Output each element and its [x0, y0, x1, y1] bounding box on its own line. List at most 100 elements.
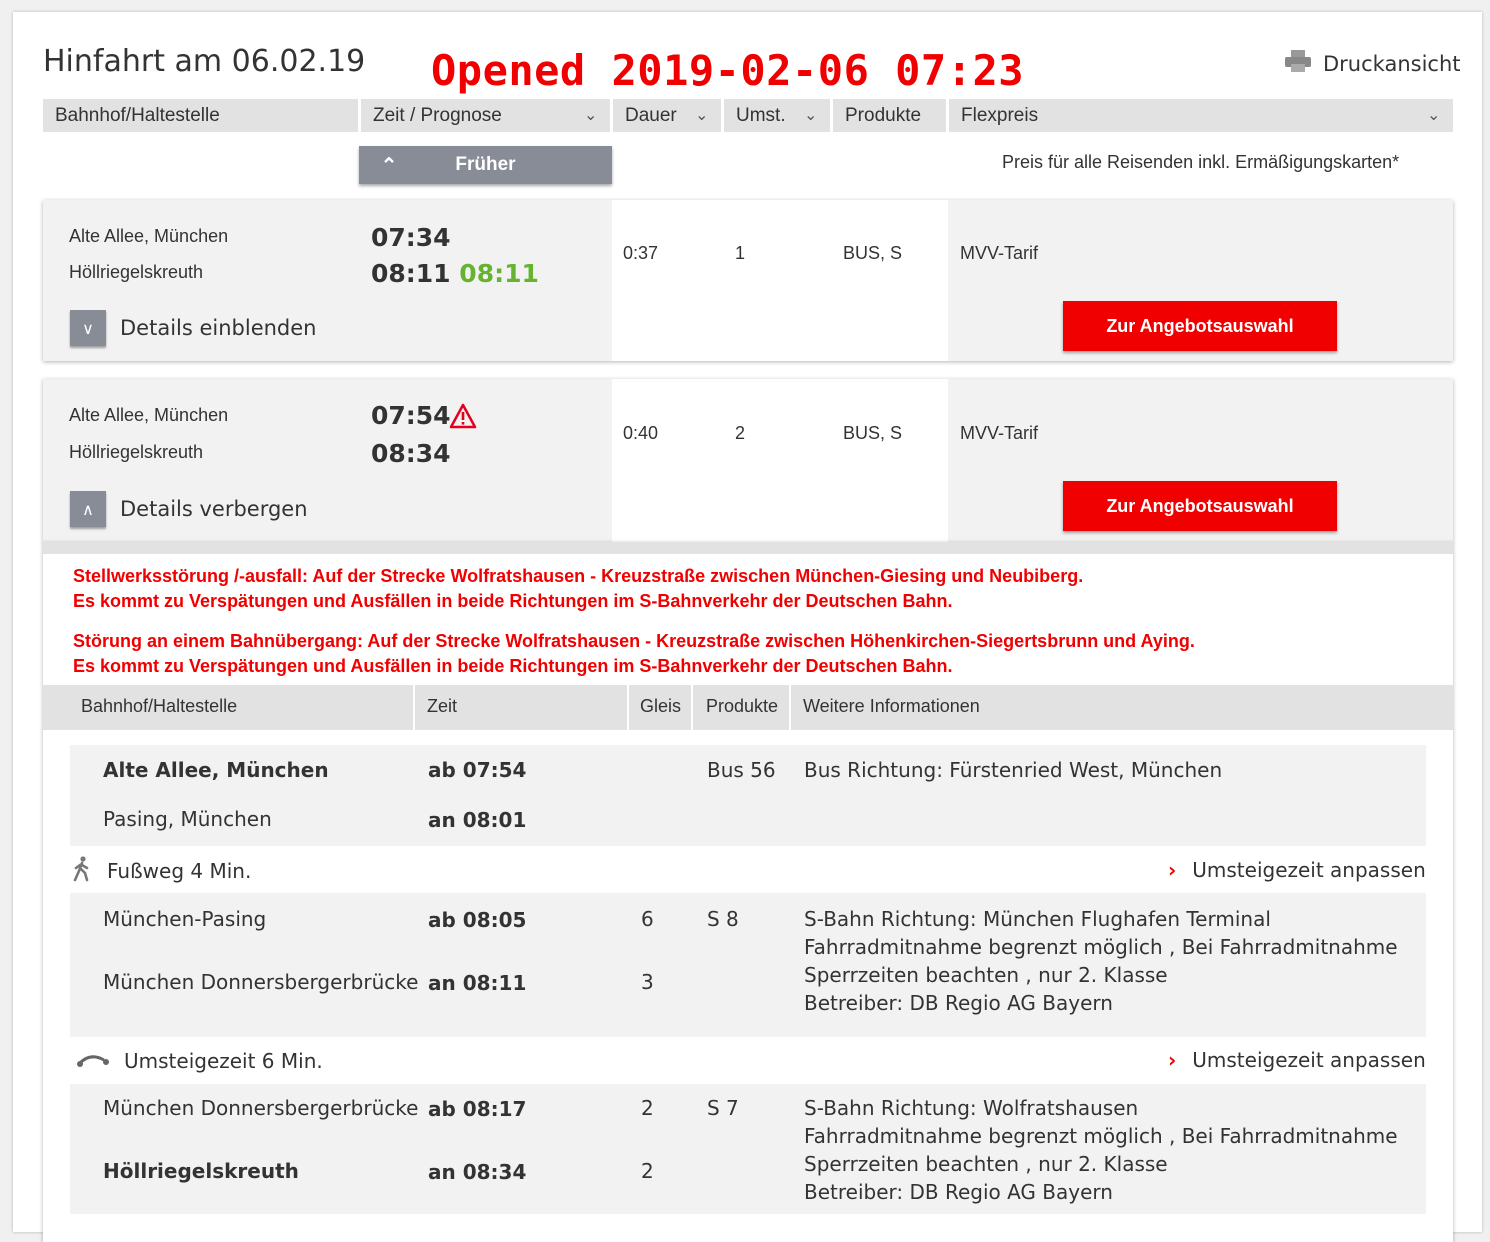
hide-details-button[interactable]: ∧ Details verbergen — [70, 491, 308, 527]
details-col-products: Produkte — [706, 696, 779, 716]
details-col-time: Zeit — [427, 696, 458, 716]
segment-info-line: S-Bahn Richtung: München Flughafen Termi… — [804, 907, 1271, 931]
chevron-right-icon: › — [1168, 1048, 1177, 1072]
details-col-station: Bahnhof/Haltestelle — [81, 696, 238, 716]
col-header-time[interactable]: Zeit / Prognose ⌄ — [361, 99, 610, 132]
col-header-station: Bahnhof/Haltestelle — [43, 99, 358, 132]
transfer-icon — [76, 1050, 110, 1072]
connection-from: Alte Allee, München — [69, 405, 229, 425]
chevron-down-icon: ⌄ — [584, 106, 598, 124]
col-header-products: Produkte — [833, 99, 946, 132]
warning-icon[interactable] — [449, 403, 477, 433]
disruption-notice: Stellwerksstörung /-ausfall: Auf der Str… — [73, 566, 1084, 586]
chevron-up-icon: ∧ — [70, 491, 106, 527]
segment-departure-time: ab 07:54 — [428, 758, 527, 782]
adjust-transfer-link[interactable]: › Umsteigezeit anpassen — [1168, 1048, 1426, 1072]
opened-timestamp: Opened 2019-02-06 07:23 — [431, 46, 1025, 95]
segment-product: S 7 — [707, 1096, 739, 1120]
segment-departure-time: ab 08:17 — [428, 1097, 527, 1121]
departure-time: 07:54 — [371, 401, 451, 430]
earlier-label: Früher — [455, 154, 516, 175]
details-table-header: Bahnhof/Haltestelle Zeit Gleis Produkte … — [43, 685, 1453, 730]
segment-arrival-time: an 08:01 — [428, 808, 527, 832]
arrival-prognosis: 08:11 — [459, 259, 539, 288]
segment-info-line: Betreiber: DB Regio AG Bayern — [804, 991, 1113, 1015]
segment-departure-station: München Donnersbergerbrücke — [103, 1096, 419, 1120]
journey-segment: München-Pasing ab 08:05 6 S 8 S-Bahn Ric… — [70, 893, 1426, 1037]
walk-transfer-label: Fußweg 4 Min. — [107, 859, 252, 883]
chevron-up-icon: ⌃ — [380, 154, 398, 177]
col-header-duration[interactable]: Dauer ⌄ — [613, 99, 721, 132]
segment-departure-track: 6 — [641, 907, 654, 931]
segment-info-line: S-Bahn Richtung: Wolfratshausen — [804, 1096, 1139, 1120]
col-changes-label: Umst. — [736, 104, 786, 126]
connection-details-panel: Stellwerksstörung /-ausfall: Auf der Str… — [43, 542, 1453, 1242]
col-duration-label: Dauer — [625, 104, 677, 126]
changes-value: 2 — [735, 423, 746, 443]
earlier-button[interactable]: ⌃ Früher — [359, 146, 612, 184]
walk-icon — [73, 856, 91, 886]
changes-value: 1 — [735, 243, 746, 263]
chevron-down-icon: ⌄ — [1427, 106, 1441, 124]
chevron-down-icon: ⌄ — [804, 106, 818, 124]
page-title: Hinfahrt am 06.02.19 — [43, 44, 366, 79]
segment-arrival-time: an 08:11 — [428, 971, 527, 995]
arrival-time: 08:11 — [371, 259, 451, 288]
segment-departure-track: 2 — [641, 1096, 654, 1120]
adjust-transfer-label: Umsteigezeit anpassen — [1192, 858, 1426, 882]
col-station-label: Bahnhof/Haltestelle — [55, 104, 220, 126]
segment-arrival-station: Höllriegelskreuth — [103, 1159, 299, 1183]
chevron-right-icon: › — [1168, 858, 1177, 882]
col-fare-label: Flexpreis — [961, 104, 1039, 126]
connection-to: Höllriegelskreuth — [69, 262, 204, 282]
connection-2: Alte Allee, München Höllriegelskreuth 07… — [43, 379, 1453, 542]
col-products-label: Produkte — [845, 104, 922, 126]
fare-value: MVV-Tarif — [960, 423, 1039, 443]
segment-arrival-track: 3 — [641, 970, 654, 994]
segment-info-line: Betreiber: DB Regio AG Bayern — [804, 1180, 1113, 1204]
segment-info-line: Fahrradmitnahme begrenzt möglich , Bei F… — [804, 1124, 1398, 1148]
details-col-track: Gleis — [640, 696, 682, 716]
segment-departure-time: ab 08:05 — [428, 908, 527, 932]
print-view-link[interactable]: Druckansicht — [1285, 50, 1461, 77]
duration-value: 0:40 — [623, 423, 659, 443]
disruption-notice: Es kommt zu Verspätungen und Ausfällen i… — [73, 591, 953, 611]
segment-product: Bus 56 — [707, 758, 776, 782]
journey-segment: Alte Allee, München ab 07:54 Bus 56 Bus … — [70, 745, 1426, 846]
details-col-info: Weitere Informationen — [803, 696, 980, 716]
print-view-label: Druckansicht — [1323, 51, 1461, 76]
connection-to: Höllriegelskreuth — [69, 442, 204, 462]
segment-info-line: Sperrzeiten beachten , nur 2. Klasse — [804, 1152, 1168, 1176]
details-label: Details verbergen — [120, 497, 308, 521]
show-details-button[interactable]: ∨ Details einblenden — [70, 310, 317, 346]
details-label: Details einblenden — [120, 316, 317, 340]
departure-time: 07:34 — [371, 223, 451, 252]
segment-arrival-track: 2 — [641, 1159, 654, 1183]
segment-arrival-station: Pasing, München — [103, 807, 272, 831]
segment-info-line: Bus Richtung: Fürstenried West, München — [804, 758, 1223, 782]
disruption-notice: Es kommt zu Verspätungen und Ausfällen i… — [73, 656, 953, 676]
products-value: BUS, S — [843, 243, 903, 263]
change-transfer-label: Umsteigezeit 6 Min. — [124, 1049, 323, 1073]
printer-icon — [1285, 50, 1311, 77]
chevron-down-icon: ⌄ — [695, 106, 709, 124]
connection-1: Alte Allee, München Höllriegelskreuth 07… — [43, 200, 1453, 361]
price-note: Preis für alle Reisenden inkl. Ermäßigun… — [1002, 152, 1400, 172]
products-value: BUS, S — [843, 423, 903, 443]
results-page: Hinfahrt am 06.02.19 Opened 2019-02-06 0… — [13, 12, 1482, 1242]
col-header-fare[interactable]: Flexpreis ⌄ — [949, 99, 1453, 132]
disruption-notice: Störung an einem Bahnübergang: Auf der S… — [73, 631, 1195, 651]
fare-value: MVV-Tarif — [960, 243, 1039, 263]
segment-departure-station: München-Pasing — [103, 907, 267, 931]
change-transfer: Umsteigezeit 6 Min. — [76, 1049, 323, 1073]
segment-product: S 8 — [707, 907, 739, 931]
select-offer-button[interactable]: Zur Angebotsauswahl — [1063, 301, 1337, 351]
adjust-transfer-link[interactable]: › Umsteigezeit anpassen — [1168, 858, 1426, 882]
arrival-time: 08:34 — [371, 439, 451, 468]
col-header-changes[interactable]: Umst. ⌄ — [724, 99, 830, 132]
segment-info-line: Fahrradmitnahme begrenzt möglich , Bei F… — [804, 935, 1398, 959]
col-time-label: Zeit / Prognose — [373, 104, 502, 126]
select-offer-button[interactable]: Zur Angebotsauswahl — [1063, 481, 1337, 531]
walk-transfer: Fußweg 4 Min. — [73, 856, 251, 886]
segment-arrival-time: an 08:34 — [428, 1160, 527, 1184]
